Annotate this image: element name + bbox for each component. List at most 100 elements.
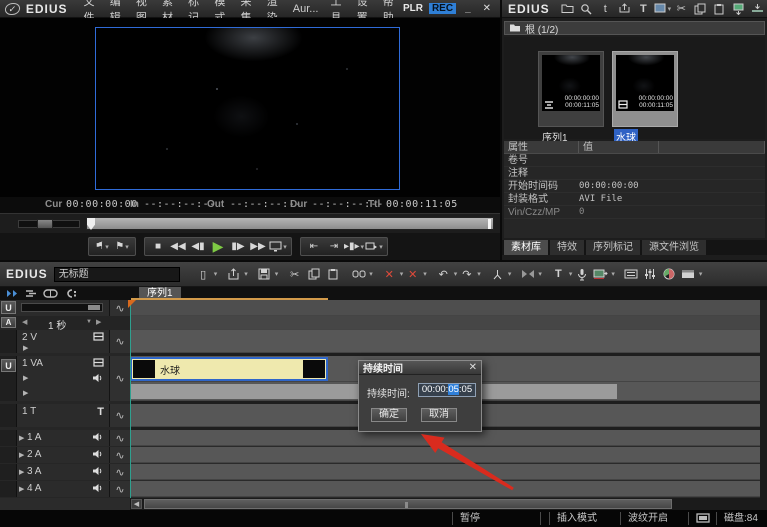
redo-button[interactable]: ↷ — [458, 265, 475, 283]
duration-input[interactable]: 00:00:05:05 — [418, 383, 476, 397]
export-button[interactable]: ▾ — [364, 238, 384, 255]
bin-clip-waterball[interactable]: 00:00:00:00 00:00:11:05 — [612, 51, 678, 127]
rewind-button[interactable]: ◀◀ — [168, 238, 188, 255]
expand-track-icon[interactable]: ▶ — [23, 374, 28, 382]
razor-button[interactable] — [489, 265, 506, 283]
ripple-sync-icon[interactable]: ∿ — [109, 300, 130, 316]
timeline-scrollbar[interactable]: ◀ — [0, 498, 767, 510]
goto-out-button[interactable]: ⇥ — [324, 238, 344, 255]
track-2v-content[interactable] — [130, 330, 767, 353]
track-header-1t[interactable]: 1 T T ∿ — [0, 404, 130, 427]
audio-track-icon[interactable] — [92, 432, 104, 442]
ripple-sync-icon[interactable]: ∿ — [109, 464, 130, 480]
menu-aur[interactable]: Aur... — [287, 3, 325, 15]
track-header-2a[interactable]: ▶ 2 A ∿ — [0, 447, 130, 463]
ripple-sync-icon[interactable]: ∿ — [109, 404, 130, 427]
loop-mode-button[interactable] — [43, 289, 58, 298]
marker-list-button[interactable] — [64, 289, 77, 298]
cut-button[interactable]: ✂ — [672, 1, 691, 17]
in-point-flag-button[interactable]: ⚑ ▾ — [92, 238, 112, 255]
scale-dropdown-arrow[interactable]: ▼ — [86, 319, 92, 325]
title-track-icon[interactable]: T — [97, 406, 104, 418]
folder-button[interactable] — [558, 1, 577, 17]
ripple-sync-icon[interactable]: ∿ — [109, 447, 130, 463]
expand-track-icon[interactable]: ▶ — [19, 451, 24, 459]
expand-track-icon[interactable]: ▶ — [19, 434, 24, 442]
track-3a-content[interactable] — [130, 464, 767, 480]
playhead-line[interactable] — [130, 300, 131, 498]
copy-button[interactable] — [305, 265, 322, 283]
project-title-field[interactable]: 无标题 — [53, 266, 180, 282]
scale-left-arrow[interactable]: ◀ — [22, 318, 27, 326]
track-patch-button[interactable] — [25, 289, 37, 298]
dialog-titlebar[interactable]: 持续时间 ✕ — [359, 361, 481, 375]
audio-track-icon[interactable] — [92, 449, 104, 459]
tab-effects[interactable]: 特效 — [550, 240, 584, 255]
scale-right-arrow[interactable]: ▶ — [96, 318, 101, 326]
tab-bin[interactable]: 素材库 — [504, 240, 548, 255]
track-header-1a[interactable]: ▶ 1 A ∿ — [0, 430, 130, 446]
audio-mixer-button[interactable] — [642, 265, 659, 283]
timeline-clip-waterball[interactable]: 水球 — [130, 357, 328, 381]
ripple-sync-icon[interactable]: ∿ — [109, 330, 130, 353]
new-sequence-button[interactable]: ▯ — [195, 265, 212, 283]
undo-button[interactable]: ↶ — [435, 265, 452, 283]
bin-folder-bar[interactable]: 根 (1/2) — [504, 21, 765, 36]
expand-track-icon[interactable]: ▶ — [23, 344, 28, 352]
close-button[interactable]: ✕ — [480, 3, 494, 14]
cut-button[interactable]: ✂ — [286, 265, 303, 283]
audio-track-icon[interactable] — [92, 466, 104, 476]
export-bin-button[interactable] — [615, 1, 634, 17]
ripple-delete-in-button[interactable]: ✕ — [381, 265, 398, 283]
out-point-flag-button[interactable]: ⚑ ▾ — [112, 238, 132, 255]
plr-button[interactable]: PLR — [403, 3, 423, 14]
track-header-4a[interactable]: ▶ 4 A ∿ — [0, 481, 130, 497]
send-to-monitor-button[interactable] — [729, 1, 748, 17]
title-button[interactable]: T — [550, 265, 567, 283]
add-title-button[interactable]: T — [634, 1, 653, 17]
view-mode-button[interactable]: ▾ — [653, 1, 672, 17]
audio-track-icon[interactable] — [92, 483, 104, 493]
rec-button[interactable]: REC — [428, 3, 457, 14]
goto-in-button[interactable]: ⇤ — [304, 238, 324, 255]
ripple-sync-icon[interactable]: ∿ — [109, 481, 130, 497]
track-1a-content[interactable] — [130, 430, 767, 446]
paste-button[interactable] — [710, 1, 729, 17]
ok-button[interactable]: 确定 — [371, 408, 407, 422]
copy-button[interactable] — [691, 1, 710, 17]
dialog-close-icon[interactable]: ✕ — [469, 362, 477, 373]
add-to-timeline-button[interactable] — [748, 1, 767, 17]
stop-button[interactable]: ■ — [148, 238, 168, 255]
expand-track-icon[interactable]: ▶ — [19, 468, 24, 476]
loop-playback-button[interactable]: ▾ — [268, 238, 288, 255]
save-project-button[interactable] — [256, 265, 273, 283]
ripple-sync-icon[interactable]: ∿ — [109, 430, 130, 446]
minimize-button[interactable]: _ — [462, 3, 474, 14]
fast-forward-button[interactable]: ▶▶ — [248, 238, 268, 255]
shuttle-thumb[interactable] — [37, 219, 53, 229]
audio-track-icon[interactable] — [92, 373, 104, 383]
playhead-marker[interactable] — [87, 218, 95, 230]
cancel-button[interactable]: 取消 — [421, 408, 457, 422]
tab-source-browser[interactable]: 源文件浏览 — [642, 240, 706, 255]
play-around-cursor-button[interactable]: ▸▮▸ ▾ — [344, 238, 364, 255]
ripple-delete-out-button[interactable]: ✕ — [404, 265, 421, 283]
keyboard-shortcuts-button[interactable] — [623, 265, 640, 283]
expand-track-icon[interactable]: ▶ — [23, 389, 28, 397]
track-2a-content[interactable] — [130, 447, 767, 463]
track-mute-button[interactable]: U — [1, 359, 16, 372]
video-track-icon[interactable] — [93, 332, 104, 341]
bin-clip-sequence1[interactable]: 00:00:00:00 00:00:11:05 — [538, 51, 604, 127]
position-slider[interactable] — [86, 217, 494, 230]
track-4a-content[interactable] — [130, 481, 767, 497]
zoom-slider-thumb[interactable] — [88, 305, 100, 310]
layout-button[interactable] — [680, 265, 697, 283]
open-project-button[interactable] — [225, 265, 242, 283]
scrollbar-thumb[interactable] — [144, 499, 672, 509]
sync-mode-button[interactable] — [6, 289, 19, 298]
up-folder-button[interactable]: t — [596, 1, 615, 17]
previous-frame-button[interactable]: ◀▮ — [188, 238, 208, 255]
ripple-sync-icon[interactable]: ∿ — [109, 356, 130, 401]
tab-sequence-marker[interactable]: 序列标记 — [586, 240, 640, 255]
shuttle-slider[interactable] — [18, 219, 80, 229]
